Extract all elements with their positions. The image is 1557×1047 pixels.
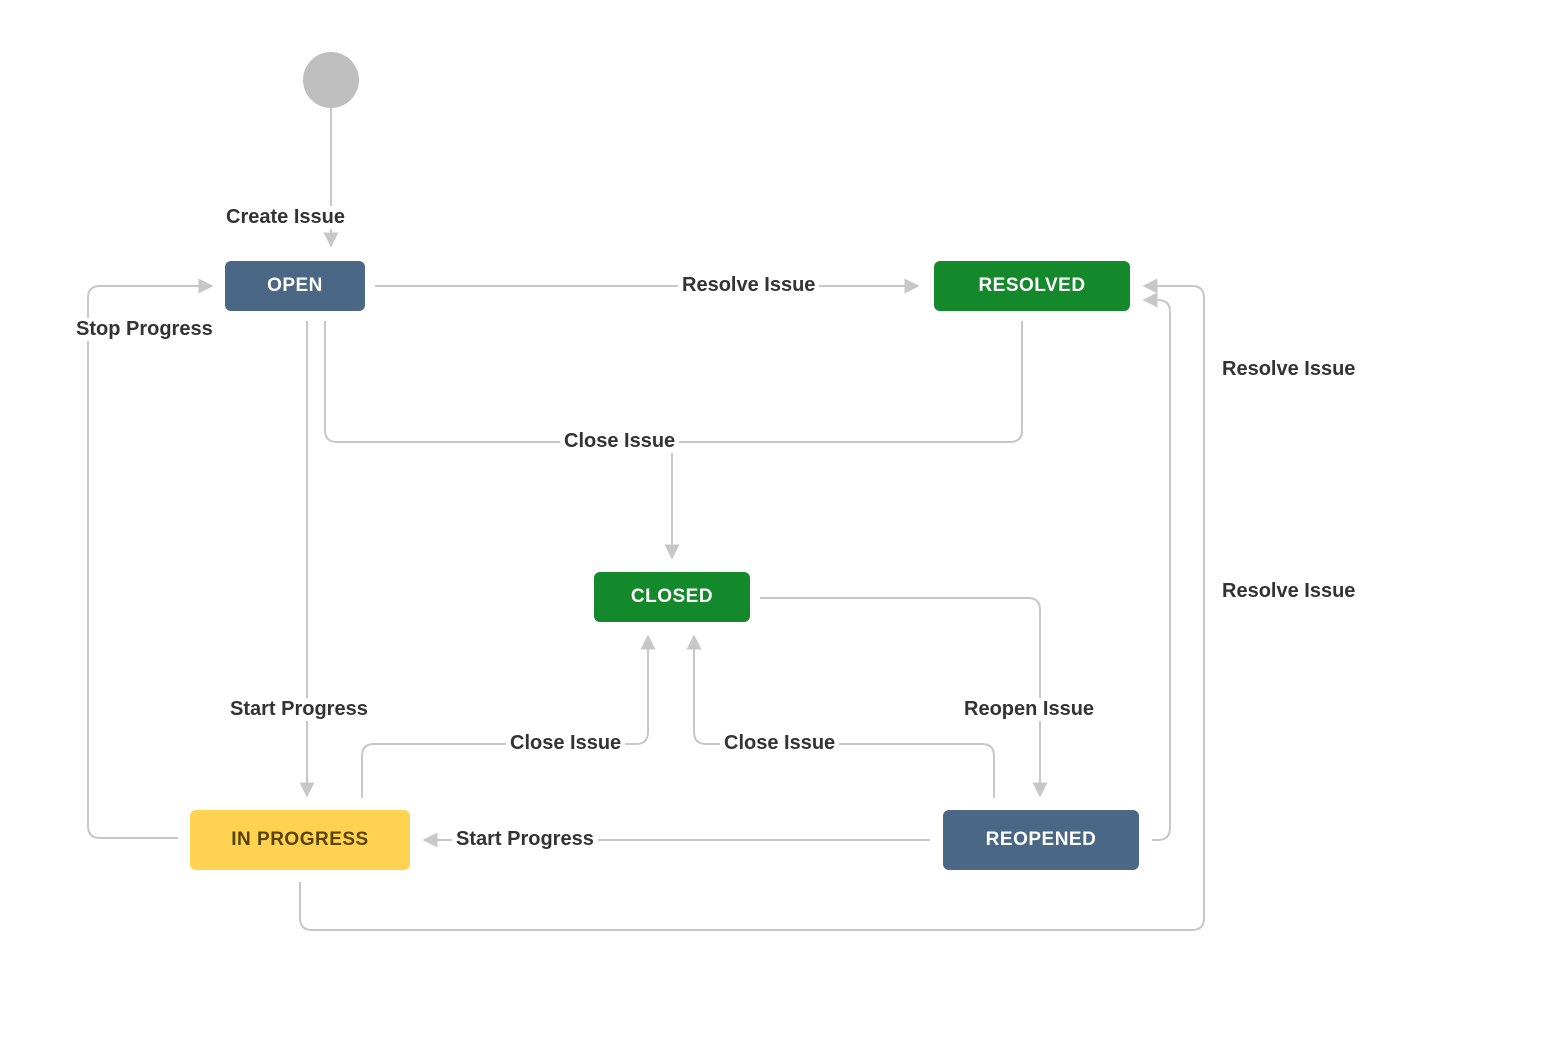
- state-open: OPEN: [225, 261, 365, 311]
- state-inprogress-label: IN PROGRESS: [231, 829, 368, 851]
- state-reopened-label: REOPENED: [986, 829, 1097, 851]
- edge-close-merged-resolved: [672, 321, 1022, 442]
- state-open-label: OPEN: [267, 275, 323, 297]
- edge-resolve-reopened: [1144, 300, 1170, 840]
- state-closed: CLOSED: [594, 572, 750, 622]
- edge-stop-progress: [88, 286, 212, 838]
- label-close-inprog: Close Issue: [506, 732, 625, 755]
- state-closed-label: CLOSED: [631, 586, 713, 608]
- label-start-open: Start Progress: [226, 698, 372, 721]
- state-resolved: RESOLVED: [934, 261, 1130, 311]
- edge-close-inprog: [362, 636, 648, 798]
- state-resolved-label: RESOLVED: [978, 275, 1085, 297]
- label-create: Create Issue: [222, 206, 349, 229]
- label-stop-progress: Stop Progress: [72, 318, 217, 341]
- edges-layer: [0, 0, 1557, 1047]
- label-resolve-reopened: Resolve Issue: [1218, 580, 1359, 603]
- edge-close-merged-open: [325, 321, 672, 442]
- label-reopen: Reopen Issue: [960, 698, 1098, 721]
- label-close-merged: Close Issue: [560, 430, 679, 453]
- label-resolve-inprog: Resolve Issue: [1218, 358, 1359, 381]
- state-reopened: REOPENED: [943, 810, 1139, 870]
- edge-close-reopened: [694, 636, 994, 798]
- workflow-diagram: OPEN RESOLVED CLOSED IN PROGRESS REOPENE…: [0, 0, 1557, 1047]
- label-close-reopened: Close Issue: [720, 732, 839, 755]
- label-start-reopened: Start Progress: [452, 828, 598, 851]
- state-inprogress: IN PROGRESS: [190, 810, 410, 870]
- edge-reopen: [760, 598, 1040, 796]
- start-node: [303, 52, 359, 108]
- label-resolve-open: Resolve Issue: [678, 274, 819, 297]
